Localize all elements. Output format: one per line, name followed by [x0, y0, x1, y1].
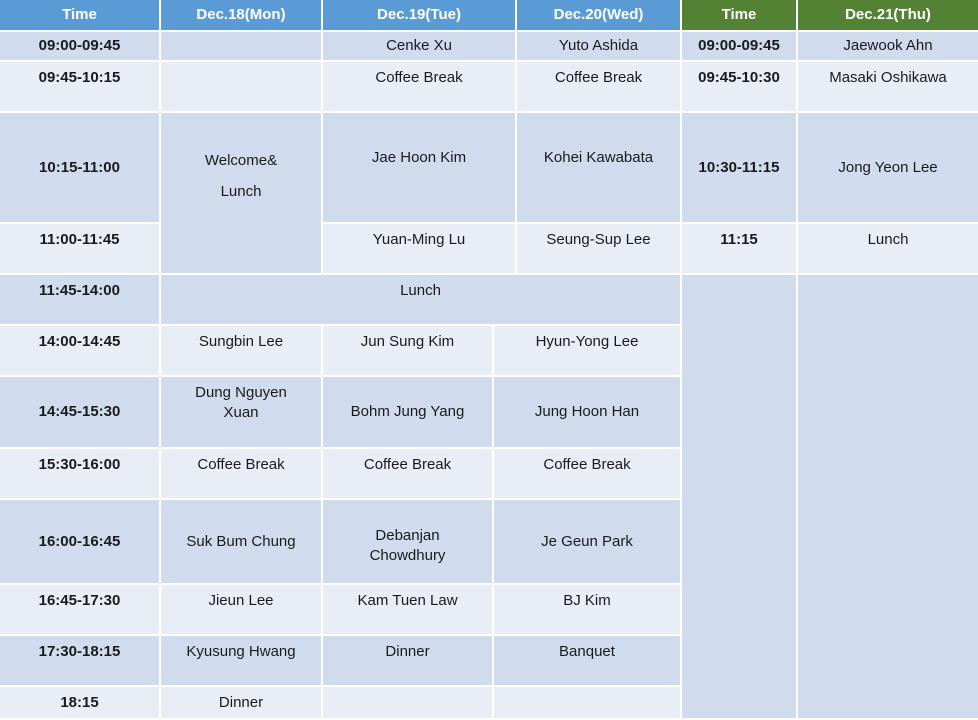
session-cell: Dung Nguyen Xuan: [161, 377, 321, 447]
session-cell: [494, 687, 680, 718]
session-cell-merged-lunch: Lunch: [161, 275, 680, 324]
header-time-thu: Time: [682, 0, 796, 30]
session-cell: Coffee Break: [161, 449, 321, 498]
session-cell: Coffee Break: [494, 449, 680, 498]
time-slot: 11:15: [682, 224, 796, 273]
empty-block-dec21: [798, 275, 978, 718]
time-slot: 17:30-18:15: [0, 636, 159, 685]
time-slot: 14:00-14:45: [0, 326, 159, 375]
session-cell: [323, 687, 492, 718]
session-cell: Kam Tuen Law: [323, 585, 492, 634]
time-slot: 09:45-10:30: [682, 62, 796, 111]
session-cell: Masaki Oshikawa: [798, 62, 978, 111]
header-time: Time: [0, 0, 159, 30]
header-dec20: Dec.20(Wed): [517, 0, 680, 30]
time-slot: 15:30-16:00: [0, 449, 159, 498]
session-cell: Banquet: [494, 636, 680, 685]
session-cell: Seung-Sup Lee: [517, 224, 680, 273]
session-cell: Hyun-Yong Lee: [494, 326, 680, 375]
session-cell: Debanjan Chowdhury: [323, 500, 492, 583]
time-slot: 11:00-11:45: [0, 224, 159, 273]
session-cell: Coffee Break: [517, 62, 680, 111]
session-cell: Jaewook Ahn: [798, 32, 978, 60]
time-slot: 09:00-09:45: [682, 32, 796, 60]
session-cell: Je Geun Park: [494, 500, 680, 583]
header-dec21: Dec.21(Thu): [798, 0, 978, 30]
session-cell: Sungbin Lee: [161, 326, 321, 375]
session-cell: Yuan-Ming Lu: [323, 224, 515, 273]
session-cell: Kyusung Hwang: [161, 636, 321, 685]
session-cell: Kohei Kawabata: [517, 113, 680, 222]
time-slot: 10:15-11:00: [0, 113, 159, 222]
session-cell: Yuto Ashida: [517, 32, 680, 60]
session-cell: Dinner: [161, 687, 321, 718]
time-slot: 11:45-14:00: [0, 275, 159, 324]
time-slot: 09:00-09:45: [0, 32, 159, 60]
session-cell: Jung Hoon Han: [494, 377, 680, 447]
session-cell: Dinner: [323, 636, 492, 685]
time-slot: 18:15: [0, 687, 159, 718]
session-cell: Jun Sung Kim: [323, 326, 492, 375]
session-cell: Bohm Jung Yang: [323, 377, 492, 447]
session-cell: Jieun Lee: [161, 585, 321, 634]
time-slot: 10:30-11:15: [682, 113, 796, 222]
header-dec19: Dec.19(Tue): [323, 0, 515, 30]
empty-block-time: [682, 275, 796, 718]
time-slot: 14:45-15:30: [0, 377, 159, 447]
time-slot: 09:45-10:15: [0, 62, 159, 111]
session-cell: Jong Yeon Lee: [798, 113, 978, 222]
session-cell: Jae Hoon Kim: [323, 113, 515, 222]
session-cell: Coffee Break: [323, 449, 492, 498]
session-cell: BJ Kim: [494, 585, 680, 634]
session-cell: [161, 62, 321, 111]
session-cell: Suk Bum Chung: [161, 500, 321, 583]
time-slot: 16:45-17:30: [0, 585, 159, 634]
session-cell-welcome-lunch: Welcome& Lunch: [161, 113, 321, 273]
header-dec18: Dec.18(Mon): [161, 0, 321, 30]
session-cell: Lunch: [798, 224, 978, 273]
time-slot: 16:00-16:45: [0, 500, 159, 583]
session-cell: Cenke Xu: [323, 32, 515, 60]
session-cell: [161, 32, 321, 60]
session-cell: Coffee Break: [323, 62, 515, 111]
